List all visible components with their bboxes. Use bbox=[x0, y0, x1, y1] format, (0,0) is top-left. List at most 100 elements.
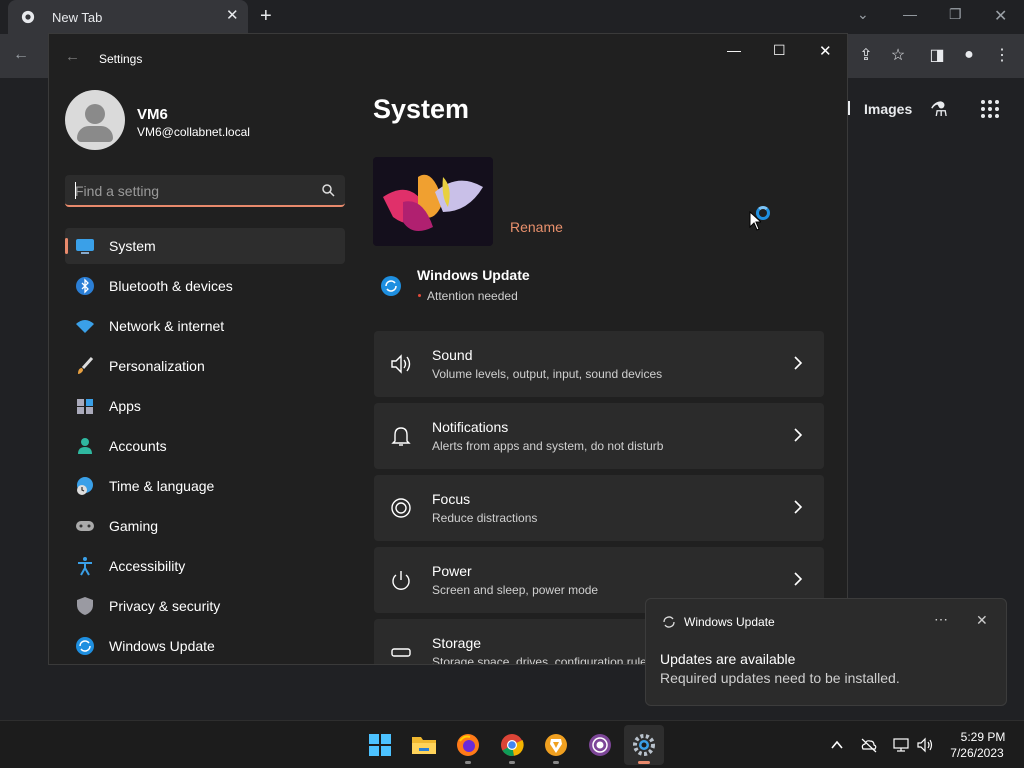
running-indicator bbox=[553, 761, 559, 764]
sync-icon bbox=[76, 637, 94, 655]
focus-card[interactable]: Focus Reduce distractions bbox=[374, 475, 824, 541]
tab-new-tab[interactable]: New Tab ✕ bbox=[8, 0, 248, 34]
toast-heading: Updates are available bbox=[660, 651, 796, 667]
back-arrow-icon[interactable]: ← bbox=[10, 44, 32, 66]
sidebar-item-system[interactable]: System bbox=[65, 228, 345, 264]
close-icon[interactable]: ✕ bbox=[976, 612, 988, 629]
taskbar-settings[interactable] bbox=[624, 725, 664, 765]
taskbar-firefox[interactable] bbox=[448, 725, 488, 765]
close-icon[interactable]: ✕ bbox=[819, 42, 832, 60]
window-title: Settings bbox=[99, 52, 143, 66]
file-explorer-icon bbox=[412, 737, 436, 754]
menu-kebab-icon[interactable]: ⋮ bbox=[991, 44, 1013, 66]
clock-date[interactable]: 7/26/2023 bbox=[946, 746, 1008, 760]
windows-update-sync-icon bbox=[381, 276, 401, 296]
card-title: Sound bbox=[432, 347, 473, 363]
sidebar-item-label: Accessibility bbox=[109, 558, 186, 574]
focus-icon bbox=[391, 498, 411, 518]
network-icon[interactable] bbox=[892, 736, 910, 754]
bookmark-star-icon[interactable]: ☆ bbox=[887, 44, 909, 66]
chevron-right-icon bbox=[794, 428, 803, 442]
sidebar-item-gaming[interactable]: Gaming bbox=[65, 508, 345, 544]
sidebar-item-label: Apps bbox=[109, 398, 141, 414]
side-panel-icon[interactable]: ◨ bbox=[926, 44, 948, 66]
windows-update-toast[interactable]: Windows Update ⋯ ✕ Updates are available… bbox=[645, 598, 1007, 706]
sidebar-item-personalization[interactable]: Personalization bbox=[65, 348, 345, 384]
more-options-icon[interactable]: ⋯ bbox=[934, 611, 948, 628]
speaker-icon bbox=[391, 354, 411, 374]
sidebar-item-label: Network & internet bbox=[109, 318, 225, 334]
minimize-icon[interactable]: — bbox=[727, 42, 741, 58]
sidebar-item-label: Windows Update bbox=[109, 638, 215, 654]
sidebar-item-network[interactable]: Network & internet bbox=[65, 308, 345, 344]
sidebar-item-privacy[interactable]: Privacy & security bbox=[65, 588, 345, 624]
apps-icon bbox=[77, 399, 93, 414]
search-icon[interactable] bbox=[321, 183, 335, 197]
wallpaper-image bbox=[373, 157, 493, 246]
drive-icon bbox=[391, 648, 411, 657]
google-images-link[interactable]: Images bbox=[864, 101, 912, 117]
attention-dot bbox=[418, 294, 421, 297]
card-description: Reduce distractions bbox=[432, 511, 538, 525]
sidebar-item-label: Time & language bbox=[109, 478, 215, 494]
maximize-icon[interactable]: ☐ bbox=[773, 42, 786, 59]
tab-close-icon[interactable]: ✕ bbox=[226, 6, 239, 24]
accessibility-icon bbox=[78, 557, 92, 576]
taskbar-chrome[interactable] bbox=[492, 725, 532, 765]
text-caret bbox=[75, 182, 76, 199]
card-description: Alerts from apps and system, do not dist… bbox=[432, 439, 664, 453]
share-icon[interactable]: ⇪ bbox=[855, 44, 877, 66]
sidebar-item-accessibility[interactable]: Accessibility bbox=[65, 548, 345, 584]
firefox-icon bbox=[457, 734, 479, 756]
avatar[interactable] bbox=[65, 90, 125, 150]
profile-icon[interactable]: ● bbox=[958, 44, 980, 66]
tab-search-icon[interactable]: ⌄ bbox=[857, 6, 869, 23]
search-input[interactable] bbox=[75, 182, 305, 200]
sync-icon bbox=[663, 616, 675, 628]
toast-body: Required updates need to be installed. bbox=[660, 670, 900, 686]
clock-time[interactable]: 5:29 PM bbox=[960, 730, 1006, 744]
start-icon bbox=[369, 734, 391, 756]
page-title: System bbox=[373, 94, 470, 124]
labs-flask-icon[interactable]: ⚗ bbox=[930, 97, 948, 122]
sound-card[interactable]: Sound Volume levels, output, input, soun… bbox=[374, 331, 824, 397]
desktop-wallpaper-thumbnail[interactable] bbox=[373, 157, 493, 246]
chevron-up-icon[interactable] bbox=[828, 736, 846, 754]
sidebar-item-label: Accounts bbox=[109, 438, 167, 454]
rename-pc-link[interactable]: Rename bbox=[510, 219, 563, 235]
windows-update-title[interactable]: Windows Update bbox=[417, 267, 530, 283]
notifications-card[interactable]: Notifications Alerts from apps and syste… bbox=[374, 403, 824, 469]
sidebar-item-windows-update[interactable]: Windows Update bbox=[65, 628, 345, 664]
start-button[interactable] bbox=[360, 725, 400, 765]
sidebar-item-accounts[interactable]: Accounts bbox=[65, 428, 345, 464]
sidebar-item-label: Privacy & security bbox=[109, 598, 221, 614]
taskbar-tor-browser[interactable] bbox=[580, 725, 620, 765]
taskbar bbox=[0, 720, 1024, 768]
settings-icon bbox=[633, 734, 655, 756]
sidebar-item-label: Gaming bbox=[109, 518, 159, 534]
chevron-right-icon bbox=[794, 500, 803, 514]
chrome-icon bbox=[501, 734, 524, 756]
bell-icon bbox=[391, 427, 411, 446]
taskbar-brave[interactable] bbox=[536, 725, 576, 765]
sidebar-item-apps[interactable]: Apps bbox=[65, 388, 345, 424]
settings-sidebar: System Bluetooth & devices Network & int… bbox=[65, 228, 345, 664]
close-window-icon[interactable]: ✕ bbox=[994, 6, 1007, 26]
sidebar-item-time-language[interactable]: Time & language bbox=[65, 468, 345, 504]
globe-clock-icon bbox=[77, 477, 93, 495]
back-arrow-icon[interactable]: ← bbox=[65, 48, 80, 65]
restore-icon[interactable]: ❐ bbox=[949, 6, 962, 23]
new-tab-button[interactable]: + bbox=[260, 5, 272, 28]
bluetooth-icon bbox=[76, 277, 94, 295]
google-apps-icon[interactable] bbox=[980, 99, 1000, 119]
user-email: VM6@collabnet.local bbox=[137, 125, 250, 139]
running-indicator bbox=[465, 761, 471, 764]
search-box[interactable] bbox=[65, 175, 345, 207]
taskbar-file-explorer[interactable] bbox=[404, 725, 444, 765]
volume-icon[interactable] bbox=[916, 736, 934, 754]
card-title: Notifications bbox=[432, 419, 509, 435]
card-description: Screen and sleep, power mode bbox=[432, 583, 599, 597]
minimize-icon[interactable]: — bbox=[903, 6, 917, 22]
sidebar-item-bluetooth[interactable]: Bluetooth & devices bbox=[65, 268, 345, 304]
cloud-offline-icon[interactable] bbox=[860, 736, 878, 754]
